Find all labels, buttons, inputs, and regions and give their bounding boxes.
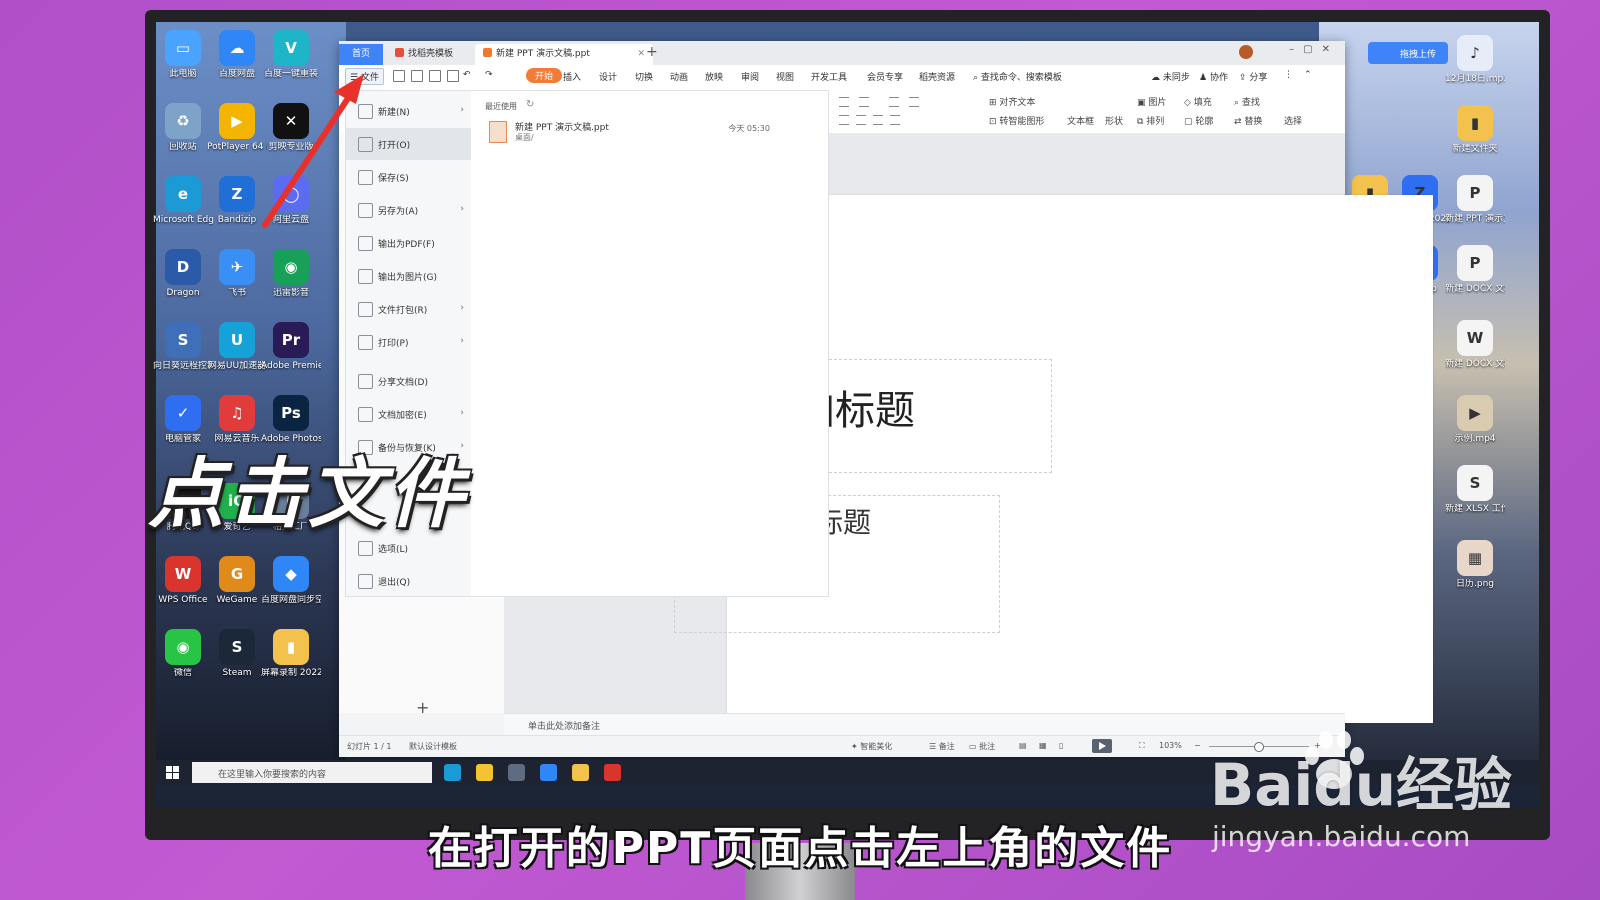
instruction-caption: 点击文件 xyxy=(148,449,468,538)
video-subtitle: 在打开的PPT页面点击左上角的文件 xyxy=(427,823,1173,874)
baidu-watermark: Baidu经验 xyxy=(1210,751,1513,819)
